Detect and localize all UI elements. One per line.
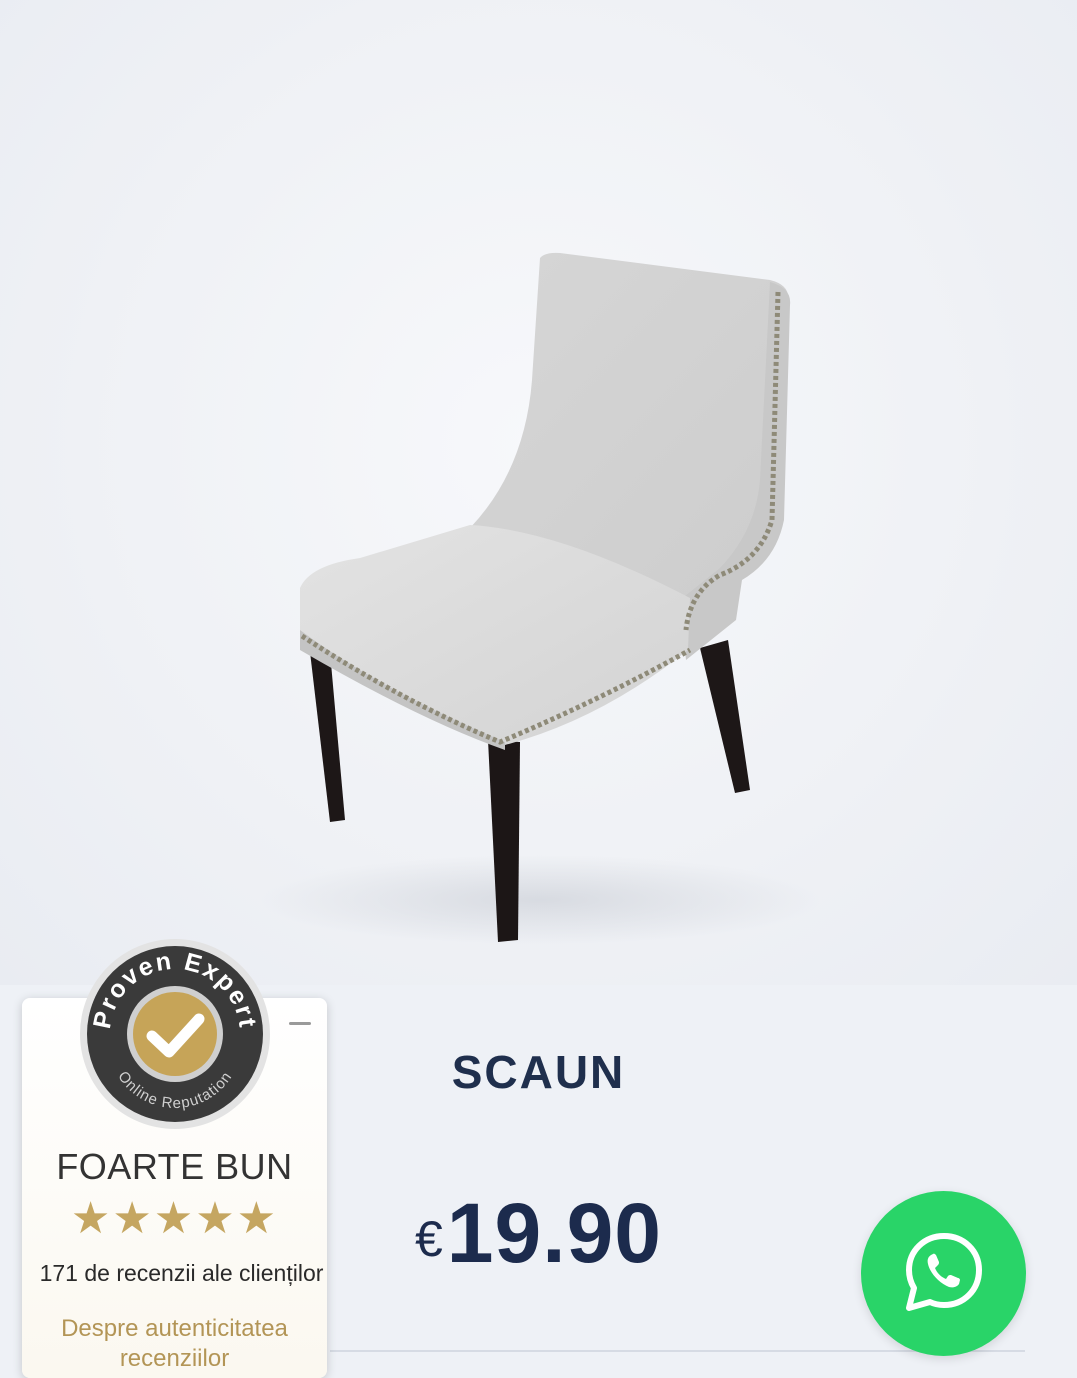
whatsapp-button[interactable] — [861, 1191, 1026, 1356]
price-currency: € — [414, 1211, 443, 1267]
price-amount: 19.90 — [446, 1186, 663, 1280]
rating-label: FOARTE BUN — [56, 1146, 293, 1187]
whatsapp-icon — [906, 1233, 982, 1311]
proven-expert-seal[interactable]: Proven Expert Online Reputation — [78, 937, 272, 1131]
authenticity-link[interactable]: Despre autenticitatea recenziilor — [22, 1314, 327, 1374]
product-image[interactable] — [0, 0, 1077, 985]
check-badge-icon — [133, 992, 217, 1076]
review-count[interactable]: 171 de recenzii ale clienților — [22, 1260, 327, 1287]
star-rating: ★★★★★ — [70, 1194, 279, 1243]
minimize-button[interactable] — [289, 1022, 311, 1025]
chair-illustration — [260, 252, 820, 945]
